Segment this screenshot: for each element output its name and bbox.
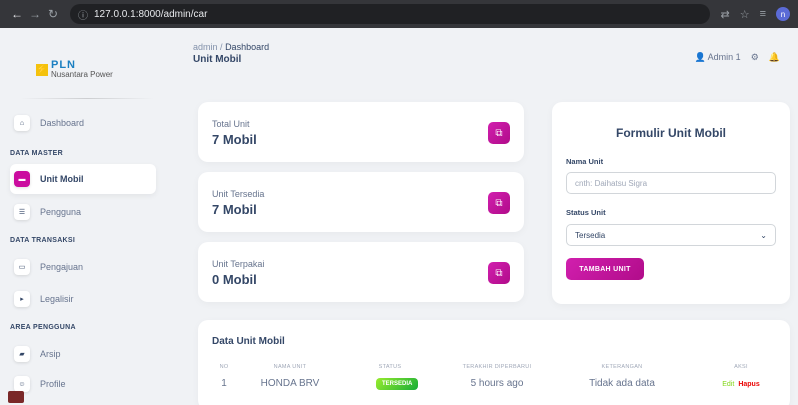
sidebar-item-label: Unit Mobil bbox=[40, 174, 84, 184]
brand-logo[interactable]: ⚡ PLN Nusantara Power bbox=[36, 60, 113, 79]
sidebar-item-pengguna[interactable]: ☰ Pengguna bbox=[10, 197, 156, 227]
users-icon: ☰ bbox=[14, 204, 30, 220]
stamp-icon: ▸ bbox=[14, 291, 30, 307]
sidebar-item-unit-mobil[interactable]: ▬ Unit Mobil bbox=[10, 164, 156, 194]
browser-toolbar: ← → ↻ ⓘ 127.0.0.1:8000/admin/car ⇄ ☆ ≡ n bbox=[0, 0, 798, 28]
unit-table-card: Data Unit Mobil NO NAMA UNIT STATUS TERA… bbox=[198, 320, 790, 405]
status-label: Status Unit bbox=[566, 208, 606, 217]
column-header: NAMA UNIT bbox=[273, 364, 307, 370]
sidebar-item-label: Pengguna bbox=[40, 207, 82, 217]
extensions-icon[interactable]: ≡ bbox=[760, 8, 766, 20]
user-icon: ☺ bbox=[14, 376, 30, 392]
user-icon: 👤 bbox=[694, 52, 706, 62]
cell-name: HONDA BRV bbox=[260, 378, 320, 389]
page-title: Unit Mobil bbox=[193, 54, 242, 65]
url-text: 127.0.0.1:8000/admin/car bbox=[94, 8, 208, 20]
breadcrumb-root[interactable]: admin bbox=[193, 42, 218, 52]
stat-card-tersedia: Unit Tersedia 7 Mobil ⧉ bbox=[198, 172, 524, 232]
sidebar-item-profile[interactable]: ☺ Profile bbox=[10, 369, 156, 399]
reload-icon[interactable]: ↻ bbox=[44, 7, 62, 21]
stat-value: 7 Mobil bbox=[212, 202, 257, 217]
sidebar-item-label: Profile bbox=[40, 379, 66, 389]
sidebar-item-dashboard[interactable]: ⌂ Dashboard bbox=[10, 108, 156, 138]
back-icon[interactable]: ← bbox=[8, 7, 26, 21]
brand-name: PLN bbox=[51, 59, 76, 71]
status-badge: TERSEDIA bbox=[376, 378, 419, 390]
breadcrumb-separator: / bbox=[220, 42, 223, 52]
column-header: STATUS bbox=[378, 364, 402, 370]
sidebar-divider bbox=[20, 98, 154, 99]
stat-icon: ⧉ bbox=[488, 122, 510, 144]
section-label-area-pengguna: AREA PENGGUNA bbox=[10, 324, 76, 331]
forward-icon[interactable]: → bbox=[26, 7, 44, 21]
stat-label: Total Unit bbox=[212, 119, 250, 129]
sidebar-item-label: Pengajuan bbox=[40, 262, 84, 272]
breadcrumb: admin / Dashboard bbox=[193, 42, 269, 52]
status-select[interactable]: Tersedia ⌄ bbox=[566, 224, 776, 246]
column-header: TERAKHIR DIPERBARUI bbox=[462, 364, 532, 370]
car-icon: ▬ bbox=[14, 171, 30, 187]
column-header: KETERANGAN bbox=[601, 364, 643, 370]
delete-link[interactable]: Hapus bbox=[738, 381, 759, 388]
status-select-value: Tersedia bbox=[575, 230, 606, 240]
bookmark-star-icon[interactable]: ☆ bbox=[740, 8, 750, 21]
bell-icon[interactable]: 🔔 bbox=[769, 52, 780, 63]
user-name: Admin 1 bbox=[707, 52, 741, 62]
section-label-master: DATA MASTER bbox=[10, 150, 63, 157]
edit-link[interactable]: Edit bbox=[722, 381, 734, 388]
sidebar-item-pengajuan[interactable]: ▭ Pengajuan bbox=[10, 252, 156, 282]
stat-label: Unit Tersedia bbox=[212, 189, 265, 199]
inbox-icon: ▭ bbox=[14, 259, 30, 275]
stat-icon: ⧉ bbox=[488, 262, 510, 284]
translate-icon[interactable]: ⇄ bbox=[720, 8, 729, 21]
sidebar-item-legalisir[interactable]: ▸ Legalisir bbox=[10, 284, 156, 314]
unit-form-card: Formulir Unit Mobil Nama Unit cnth: Daih… bbox=[552, 102, 790, 304]
column-header: NO bbox=[219, 364, 229, 370]
stat-card-total: Total Unit 7 Mobil ⧉ bbox=[198, 102, 524, 162]
profile-avatar[interactable]: n bbox=[776, 7, 790, 21]
archive-icon: ▰ bbox=[14, 346, 30, 362]
cell-updated: 5 hours ago bbox=[470, 378, 524, 389]
stat-label: Unit Terpakai bbox=[212, 259, 265, 269]
stat-card-terpakai: Unit Terpakai 0 Mobil ⧉ bbox=[198, 242, 524, 302]
address-bar[interactable]: ⓘ 127.0.0.1:8000/admin/car bbox=[70, 4, 711, 24]
breadcrumb-current: Dashboard bbox=[225, 42, 270, 52]
header-actions: 👤 Admin 1 ⚙ 🔔 bbox=[694, 52, 780, 63]
sidebar-item-label: Arsip bbox=[40, 349, 61, 359]
stat-icon: ⧉ bbox=[488, 192, 510, 214]
column-header: AKSI bbox=[734, 364, 748, 370]
cell-actions: Edit Hapus bbox=[696, 378, 786, 389]
cell-note: Tidak ada data bbox=[589, 378, 655, 389]
section-label-transaksi: DATA TRANSAKSI bbox=[10, 237, 76, 244]
name-label: Nama Unit bbox=[566, 157, 604, 166]
form-title: Formulir Unit Mobil bbox=[616, 126, 726, 140]
sidebar: ⚡ PLN Nusantara Power ⌂ Dashboard DATA M… bbox=[0, 28, 168, 405]
user-menu[interactable]: 👤 Admin 1 bbox=[694, 52, 740, 63]
stat-value: 0 Mobil bbox=[212, 272, 257, 287]
stat-value: 7 Mobil bbox=[212, 132, 257, 147]
brand-tagline: Nusantara Power bbox=[51, 70, 113, 79]
lightning-icon: ⚡ bbox=[36, 63, 48, 76]
add-unit-button[interactable]: TAMBAH UNIT bbox=[566, 258, 644, 280]
home-icon: ⌂ bbox=[14, 115, 30, 131]
site-info-icon[interactable]: ⓘ bbox=[78, 7, 88, 22]
cell-no: 1 bbox=[221, 378, 227, 389]
table-title: Data Unit Mobil bbox=[212, 336, 285, 347]
app-tray-icon[interactable] bbox=[8, 391, 24, 403]
sidebar-item-arsip[interactable]: ▰ Arsip bbox=[10, 339, 156, 369]
gear-icon[interactable]: ⚙ bbox=[751, 52, 759, 63]
name-unit-input[interactable]: cnth: Daihatsu Sigra bbox=[566, 172, 776, 194]
chevron-down-icon: ⌄ bbox=[760, 230, 767, 240]
sidebar-item-label: Legalisir bbox=[40, 294, 74, 304]
sidebar-item-label: Dashboard bbox=[40, 118, 85, 128]
